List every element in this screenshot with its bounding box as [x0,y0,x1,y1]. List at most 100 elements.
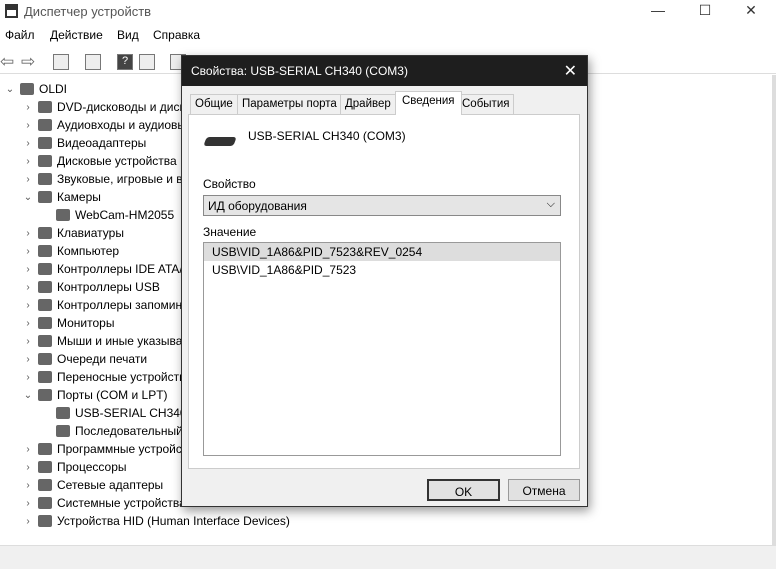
tab-events[interactable]: События [457,94,515,114]
tree-item[interactable]: WebCam-HM2055 [40,206,174,224]
device-manager-icon [5,4,18,18]
device-category-icon [38,101,52,113]
tab-general[interactable]: Общие [190,94,238,114]
value-item[interactable]: USB\VID_1A86&PID_7523&REV_0254 [204,243,560,261]
expand-chevron-icon[interactable]: › [22,354,34,365]
tree-item-label: Программные устройства [57,442,201,456]
cancel-button[interactable]: Отмена [508,479,580,501]
tree-item[interactable]: › Компьютер [22,242,119,260]
device-category-icon [38,173,52,185]
device-category-icon [38,335,52,347]
device-category-icon [38,263,52,275]
tree-item-label: Сетевые адаптеры [57,478,164,492]
tree-item[interactable]: ⌄ Порты (COM и LPT) [22,386,168,404]
expand-chevron-icon[interactable]: › [22,174,34,185]
expand-chevron-icon[interactable]: › [22,228,34,239]
device-category-icon [38,155,52,167]
device-category-icon [38,479,52,491]
tree-item[interactable]: › Устройства HID (Human Interface Devices… [22,512,290,530]
tree-item[interactable]: › Мониторы [22,314,114,332]
properties-icon[interactable] [85,54,101,70]
expand-chevron-icon[interactable]: › [22,102,34,113]
expand-chevron-icon[interactable]: › [22,480,34,491]
value-item[interactable]: USB\VID_1A86&PID_7523 [204,261,560,279]
dialog-title: Свойства: USB-SERIAL CH340 (COM3) [191,64,408,78]
tree-item[interactable]: › Очереди печати [22,350,147,368]
tab-port-settings[interactable]: Параметры порта [237,94,342,114]
tab-details[interactable]: Сведения [395,91,462,115]
tree-item-label: Системные устройства [57,496,186,510]
device-category-icon [56,209,70,221]
tree-item[interactable]: ⌄ Камеры [22,188,101,206]
expand-chevron-icon[interactable]: › [22,156,34,167]
expand-chevron-icon[interactable]: ⌄ [22,192,34,203]
forward-icon[interactable]: ⇨ [21,52,35,72]
tree-item[interactable]: › Процессоры [22,458,126,476]
expand-chevron-icon[interactable]: › [22,462,34,473]
device-category-icon [38,389,52,401]
details-panel: USB-SERIAL CH340 (COM3) Свойство ИД обор… [188,114,580,469]
tree-item-label: OLDI [39,82,68,96]
expand-chevron-icon[interactable]: ⌄ [4,84,16,95]
device-category-icon [38,137,52,149]
tree-item[interactable]: › Переносные устройства [22,368,192,386]
expand-chevron-icon[interactable]: › [22,264,34,275]
device-name: USB-SERIAL CH340 (COM3) [248,129,406,143]
properties-dialog: Свойства: USB-SERIAL CH340 (COM3) ✕ Общи… [181,55,588,507]
expand-chevron-icon[interactable]: › [22,246,34,257]
tree-item-label: Видеоадаптеры [57,136,147,150]
value-list[interactable]: USB\VID_1A86&PID_7523&REV_0254 USB\VID_1… [203,242,561,456]
tab-driver[interactable]: Драйвер [340,94,396,114]
help-icon[interactable]: ? [117,54,133,70]
close-button[interactable]: ✕ [736,2,766,22]
expand-chevron-icon[interactable]: › [22,336,34,347]
device-category-icon [38,353,52,365]
tree-item-label: Порты (COM и LPT) [57,388,168,402]
device-category-icon [38,227,52,239]
back-icon[interactable]: ⇦ [0,52,14,72]
tree-item[interactable]: ⌄ OLDI [4,80,67,98]
ok-button[interactable]: OK [427,479,500,501]
device-category-icon [38,443,52,455]
expand-chevron-icon[interactable]: › [22,372,34,383]
tree-item[interactable]: › Видеоадаптеры [22,134,146,152]
tree-item-label: Мониторы [57,316,115,330]
title-bar: Диспетчер устройств — ☐ ✕ [0,0,776,24]
minimize-button[interactable]: — [643,2,673,22]
tree-item[interactable]: › Системные устройства [22,494,186,512]
tree-item-label: WebCam-HM2055 [75,208,175,222]
action-pane-icon[interactable] [139,54,155,70]
device-category-icon [56,425,70,437]
scrollbar[interactable] [772,75,776,545]
property-select[interactable]: ИД оборудования ⌵ [203,195,561,216]
device-category-icon [38,317,52,329]
tree-item-label: Дисковые устройства [57,154,177,168]
tree-item[interactable]: › Дисковые устройства [22,152,177,170]
device-category-icon [38,515,52,527]
expand-chevron-icon[interactable]: › [22,444,34,455]
expand-chevron-icon[interactable]: › [22,120,34,131]
expand-chevron-icon[interactable]: › [22,282,34,293]
expand-chevron-icon[interactable]: ⌄ [22,390,34,401]
tree-item-label: Компьютер [57,244,120,258]
expand-chevron-icon[interactable]: › [22,138,34,149]
tree-item[interactable]: › Клавиатуры [22,224,124,242]
expand-chevron-icon[interactable]: › [22,300,34,311]
device-category-icon [38,371,52,383]
show-hide-tree-icon[interactable] [53,54,69,70]
menu-view[interactable]: Вид [117,28,139,42]
menu-action[interactable]: Действие [50,28,103,42]
chevron-down-icon: ⌵ [546,198,555,210]
value-label: Значение [203,225,257,239]
expand-chevron-icon[interactable]: › [22,516,34,527]
maximize-button[interactable]: ☐ [690,2,720,22]
tree-item[interactable]: › Программные устройства [22,440,200,458]
tree-item[interactable]: › Контроллеры USB [22,278,160,296]
expand-chevron-icon[interactable]: › [22,498,34,509]
menu-help[interactable]: Справка [153,28,200,42]
tree-item[interactable]: › Сетевые адаптеры [22,476,163,494]
menu-file[interactable]: Файл [5,28,35,42]
property-label: Свойство [203,177,256,191]
expand-chevron-icon[interactable]: › [22,318,34,329]
dialog-close-button[interactable]: ✕ [564,61,577,81]
